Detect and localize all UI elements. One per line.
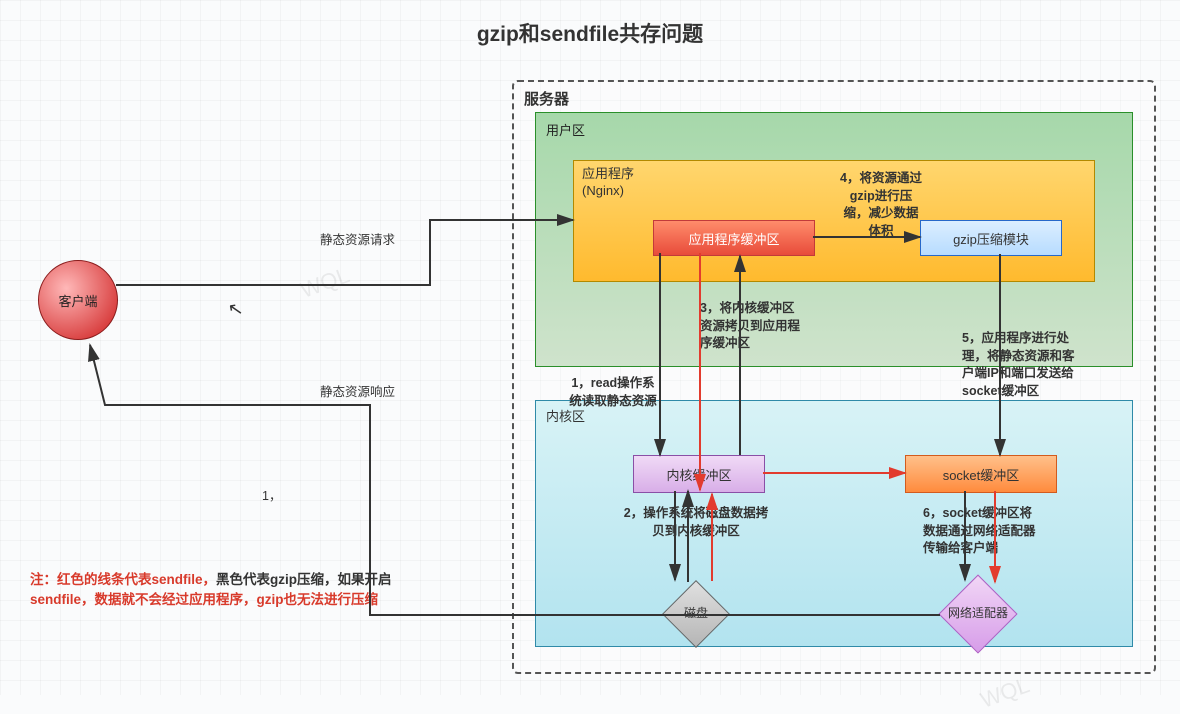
step-3: 3，将内核缓冲区 资源拷贝到应用程 序缓冲区 [700, 300, 830, 353]
legend-note: 注：红色的线条代表sendfile，黑色代表gzip压缩，如果开启 sendfi… [30, 570, 470, 611]
note-red1: 红色的线条代表sendfile， [57, 572, 216, 587]
client-node: 客户端 [38, 260, 118, 340]
step-4: 4，将资源通过 gzip进行压 缩，减少数据 体积 [826, 170, 936, 240]
socket-buffer: socket缓冲区 [905, 455, 1057, 493]
note-prefix: 注： [30, 572, 57, 587]
edge-response-label: 静态资源响应 [320, 384, 395, 402]
app-label-line1: 应用程序 [582, 166, 634, 181]
cursor-icon: ↖ [226, 298, 245, 321]
application-label: 应用程序 (Nginx) [582, 166, 634, 200]
gzip-module: gzip压缩模块 [920, 220, 1062, 256]
network-adapter-label: 网络适配器 [942, 604, 1014, 621]
step-6: 6，socket缓冲区将 数据通过网络适配器 传输给客户端 [923, 505, 1083, 558]
step-2: 2，操作系统将磁盘数据拷 贝到内核缓冲区 [606, 505, 786, 540]
app-label-line2: (Nginx) [582, 183, 624, 198]
kernel-buffer: 内核缓冲区 [633, 455, 765, 493]
note-red2: sendfile，数据就不会经过应用程序，gzip也无法进行压缩 [30, 592, 378, 607]
diagram-title: gzip和sendfile共存问题 [0, 18, 1180, 48]
edge-request [116, 220, 573, 285]
application-buffer: 应用程序缓冲区 [653, 220, 815, 256]
user-area-label: 用户区 [546, 120, 585, 139]
edge-request-label: 静态资源请求 [320, 232, 395, 250]
step-numref: 1， [262, 488, 281, 506]
client-label: 客户端 [58, 291, 97, 310]
note-black1: 黑色代表gzip压缩，如果开启 [216, 572, 392, 587]
server-label: 服务器 [524, 88, 569, 109]
disk-label: 磁盘 [676, 604, 716, 621]
step-1: 1，read操作系 统读取静态资源 [558, 375, 668, 410]
step-5: 5，应用程序进行处 理，将静态资源和客 户端IP和端口发送给 socket缓冲区 [962, 330, 1122, 400]
